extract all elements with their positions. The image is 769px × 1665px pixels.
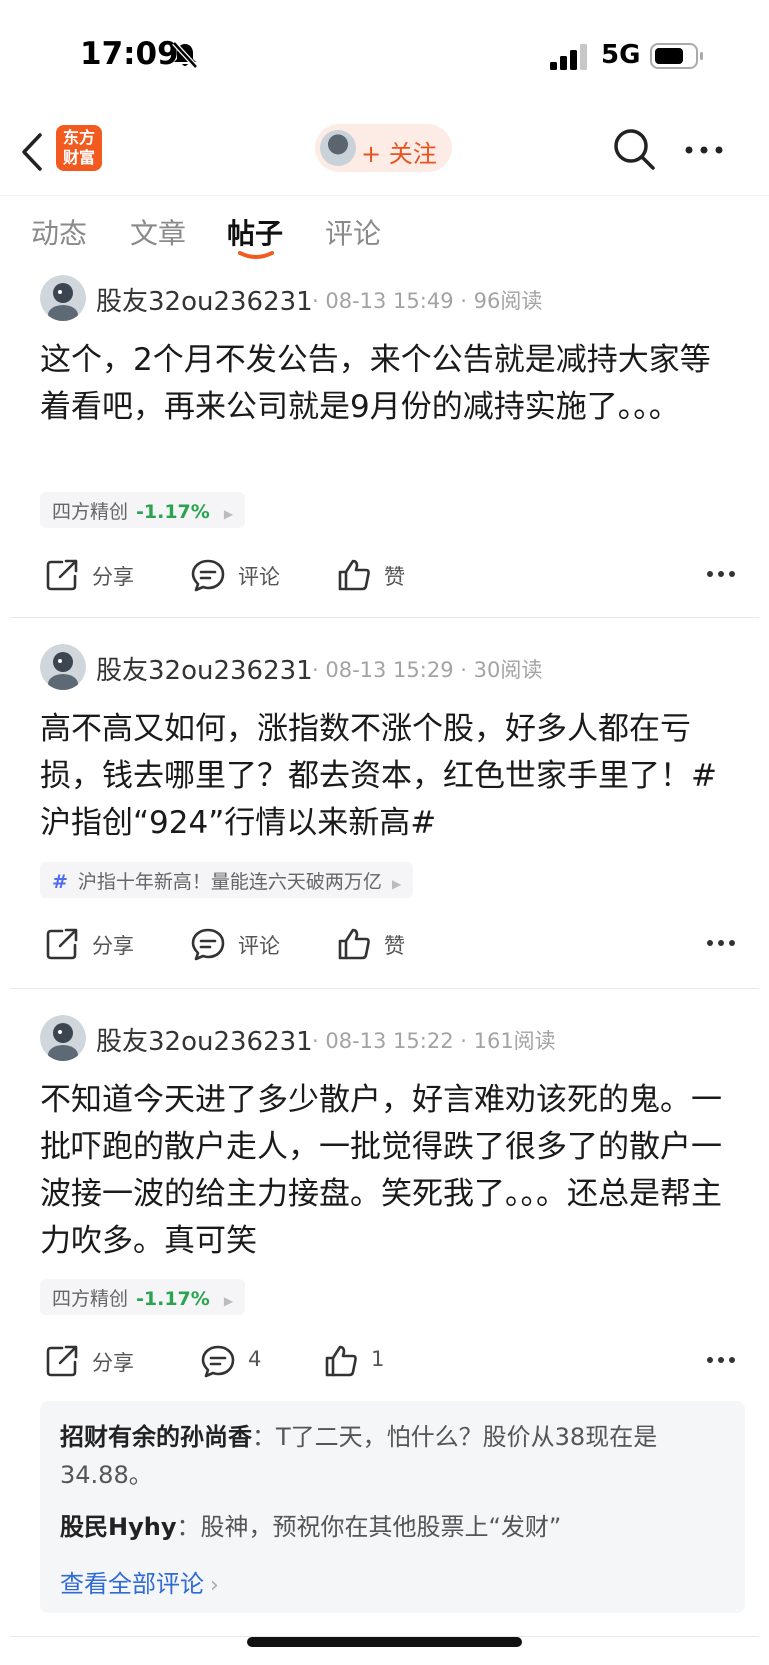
like-count: 1 (371, 1347, 385, 1371)
chevron-right-icon: ▶ (223, 507, 234, 521)
chevron-right-icon: ▶ (223, 1294, 234, 1308)
logo-line1: 东方 (62, 128, 95, 147)
stock-name: 四方精创 (52, 501, 129, 523)
battery-icon (650, 43, 703, 69)
thumbs-up-icon (338, 559, 370, 591)
app-logo[interactable]: 东方 财富 (56, 125, 102, 171)
author-avatar[interactable] (40, 644, 86, 690)
post-meta: · 08-13 15:29 · 30阅读 (312, 658, 543, 682)
back-arrow-icon[interactable] (16, 131, 48, 173)
comment-preview[interactable]: 招财有余的孙尚香：T了二天，怕什么？股价从38现在是34.88。 股民Hyhy：… (40, 1401, 745, 1613)
post-actions: 分享 评论 赞 (0, 918, 769, 968)
comment-icon (201, 1345, 235, 1378)
comment-item[interactable]: 招财有余的孙尚香：T了二天，怕什么？股价从38现在是34.88。 (60, 1418, 730, 1494)
stock-name: 四方精创 (52, 1288, 129, 1310)
comment-icon (191, 928, 225, 961)
share-label: 分享 (92, 934, 134, 958)
post-more-icon[interactable] (706, 569, 736, 579)
chevron-right-icon: › (210, 1573, 219, 1598)
tab-articles[interactable]: 文章 (130, 212, 186, 252)
like-label: 赞 (384, 565, 405, 589)
tab-dynamics[interactable]: 动态 (31, 212, 87, 252)
comment-author[interactable]: 招财有余的孙尚香 (60, 1423, 252, 1451)
comment-count: 4 (248, 1347, 262, 1371)
tab-comments[interactable]: 评论 (325, 212, 381, 252)
comment-text: 股神，预祝你在其他股票上“发财” (200, 1513, 562, 1541)
post-actions: 分享 4 1 (0, 1335, 769, 1385)
like-label: 赞 (384, 934, 405, 958)
chevron-right-icon: ▶ (391, 877, 402, 891)
comment-label: 评论 (238, 565, 280, 589)
post-header: 股友32ou236231 · 08-13 15:22 · 161阅读 (40, 1015, 740, 1065)
post-meta: · 08-13 15:22 · 161阅读 (312, 1029, 556, 1053)
tab-bar: 动态 文章 帖子 评论 (0, 195, 769, 265)
thumbs-up-icon (325, 1345, 357, 1377)
comment-colon: ： (176, 1513, 201, 1541)
status-bar: 17:09 5G (0, 0, 769, 110)
author-name[interactable]: 股友32ou236231 (96, 281, 313, 318)
cellular-signal-icon (550, 44, 587, 70)
view-all-comments-link[interactable]: 查看全部评论 › (60, 1564, 219, 1599)
post-more-icon[interactable] (706, 938, 736, 948)
post-header: 股友32ou236231 · 08-13 15:49 · 96阅读 (40, 275, 740, 325)
author-name[interactable]: 股友32ou236231 (96, 650, 313, 687)
post-actions: 分享 评论 赞 (0, 549, 769, 599)
share-label: 分享 (92, 565, 134, 589)
user-avatar (320, 130, 356, 166)
divider (10, 988, 759, 989)
comment-label: 评论 (238, 934, 280, 958)
tab-posts[interactable]: 帖子 (227, 212, 283, 252)
share-icon (46, 1345, 78, 1377)
comment-author[interactable]: 股民Hyhy (60, 1513, 176, 1541)
share-label: 分享 (92, 1351, 134, 1375)
stock-change: -1.17% (136, 1288, 210, 1310)
divider (10, 617, 759, 618)
stock-tag[interactable]: 四方精创 -1.17% ▶ (40, 1279, 246, 1315)
post-text[interactable]: 不知道今天进了多少散户，好言难劝该死的鬼。一批吓跑的散户走人，一批觉得跌了很多了… (40, 1077, 740, 1265)
post-text[interactable]: 这个，2个月不发公告，来个公告就是减持大家等着看吧，再来公司就是9月份的减持实施… (40, 337, 740, 431)
follow-button[interactable]: + 关注 (315, 124, 452, 172)
comment-item[interactable]: 股民Hyhy：股神，预祝你在其他股票上“发财” (60, 1508, 730, 1546)
share-icon (46, 928, 78, 960)
status-time: 17:09 (80, 36, 179, 72)
network-type: 5G (601, 40, 641, 70)
follow-label: + 关注 (361, 140, 437, 168)
author-name[interactable]: 股友32ou236231 (96, 1021, 313, 1058)
stock-change: -1.17% (136, 501, 210, 523)
comment-icon (191, 559, 225, 592)
stock-tag[interactable]: 四方精创 -1.17% ▶ (40, 492, 246, 528)
topic-tag[interactable]: # 沪指十年新高！量能连六天破两万亿 ▶ (40, 862, 414, 898)
more-options-icon[interactable] (684, 145, 724, 155)
author-avatar[interactable] (40, 275, 86, 321)
author-avatar[interactable] (40, 1015, 86, 1061)
topic-name: 沪指十年新高！量能连六天破两万亿 (77, 871, 382, 893)
bell-slash-icon (172, 41, 198, 69)
view-all-label: 查看全部评论 (60, 1570, 204, 1598)
comment-colon: ： (252, 1423, 276, 1451)
post-more-icon[interactable] (706, 1355, 736, 1365)
post-header: 股友32ou236231 · 08-13 15:29 · 30阅读 (40, 644, 740, 694)
active-tab-indicator (238, 251, 274, 259)
logo-line2: 财富 (62, 148, 95, 167)
post-meta: · 08-13 15:49 · 96阅读 (312, 289, 543, 313)
post-text[interactable]: 高不高又如何，涨指数不涨个股，好多人都在亏损，钱去哪里了？都去资本，红色世家手里… (40, 706, 740, 847)
home-indicator[interactable] (247, 1637, 522, 1647)
nav-bar: 东方 财富 + 关注 (0, 115, 769, 195)
search-icon[interactable] (612, 127, 656, 171)
share-icon (46, 559, 78, 591)
hashtag-icon: # (52, 871, 68, 893)
thumbs-up-icon (338, 928, 370, 960)
